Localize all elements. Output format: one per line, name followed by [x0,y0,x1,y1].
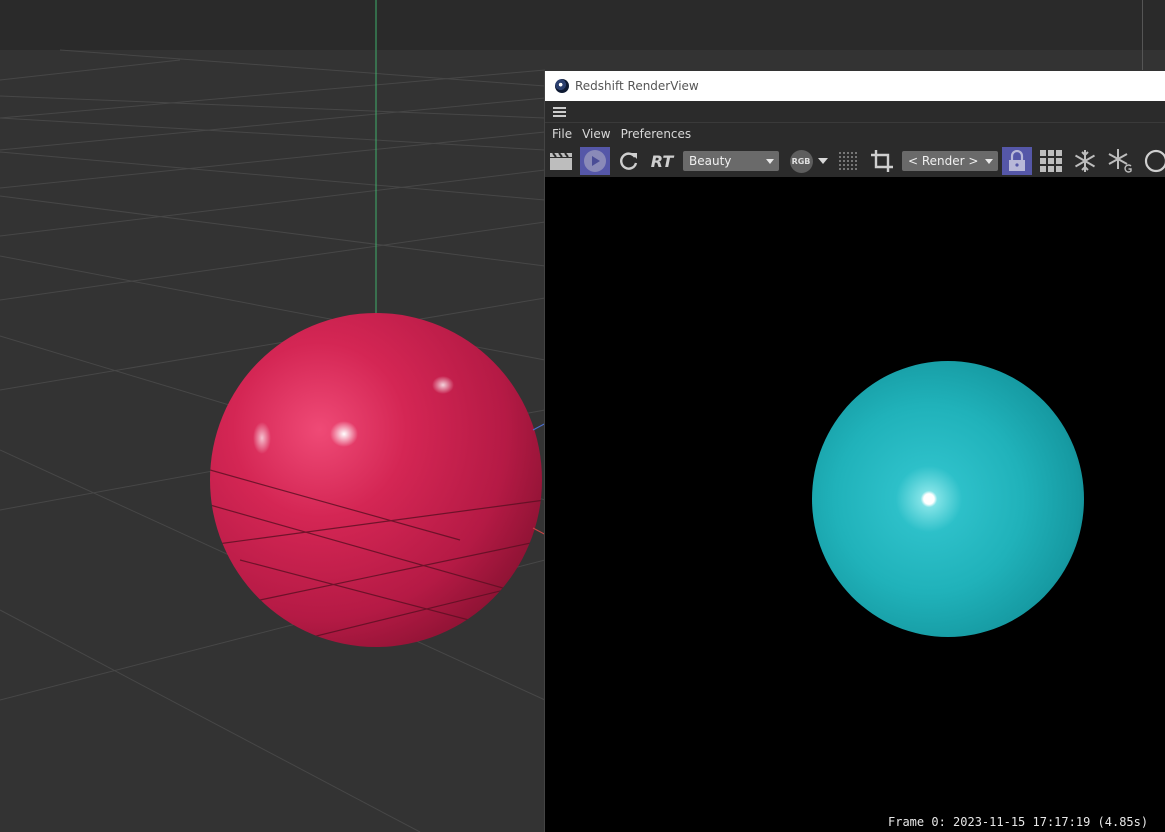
chevron-down-icon [985,159,993,164]
window-titlebar[interactable]: Redshift RenderView [545,71,1165,101]
lock-icon [1009,150,1025,171]
play-icon [584,150,606,172]
crop-icon[interactable] [867,147,897,175]
menu-view[interactable]: View [582,127,610,141]
menu-file[interactable]: File [552,127,572,141]
menu-preferences[interactable]: Preferences [621,127,692,141]
refresh-icon[interactable] [616,147,642,175]
chevron-down-icon [766,159,774,164]
sphere-highlight [330,421,358,447]
grid-line [0,95,546,119]
cinema4d-logo-icon [555,79,569,93]
render-status-text: Frame 0: 2023-11-15 17:17:19 (4.85s) [888,815,1149,829]
freeze-geometry-icon[interactable] [1105,147,1133,175]
render-toolbar: RT Beauty RGB < Render > [545,145,1165,177]
grid-line [0,151,546,201]
menu-bar: File View Preferences [545,123,1165,145]
snapshot-dropdown[interactable]: < Render > [902,151,998,171]
sphere-highlight [432,376,454,394]
circle-icon[interactable] [1140,147,1165,175]
rgb-badge: RGB [789,149,813,173]
freeze-snowflake-icon[interactable] [1071,147,1099,175]
grid-line [0,59,181,81]
grid-line [0,69,546,119]
grid-view-icon[interactable] [1037,147,1065,175]
clapperboard-icon[interactable] [548,147,574,175]
hamburger-menu-icon[interactable] [553,107,566,117]
channel-selector[interactable]: RGB [787,147,815,175]
sphere-highlight [253,422,271,454]
grid-line [0,195,546,267]
grid-line [59,49,546,87]
render-canvas[interactable]: Frame 0: 2023-11-15 17:17:19 (4.85s) [545,177,1165,832]
redshift-renderview-window[interactable]: Redshift RenderView File View Preference… [544,71,1165,832]
snapshot-dropdown-value: < Render > [908,154,979,168]
aov-dropdown-value: Beauty [689,154,732,168]
grid-line [0,97,546,151]
hamburger-bar [545,101,1165,123]
triangle-down-icon [818,158,828,164]
aov-dropdown[interactable]: Beauty [683,151,779,171]
channel-dropdown-arrow[interactable] [817,147,829,175]
lock-button[interactable] [1002,147,1032,175]
rt-toggle-button[interactable]: RT [647,147,677,175]
start-render-button[interactable] [580,147,610,175]
dither-grid-icon[interactable] [835,147,861,175]
grid-line [0,221,546,301]
window-title: Redshift RenderView [575,79,699,93]
grid-line [0,117,546,151]
red-sphere[interactable] [210,313,542,647]
rendered-cyan-sphere [812,361,1084,637]
